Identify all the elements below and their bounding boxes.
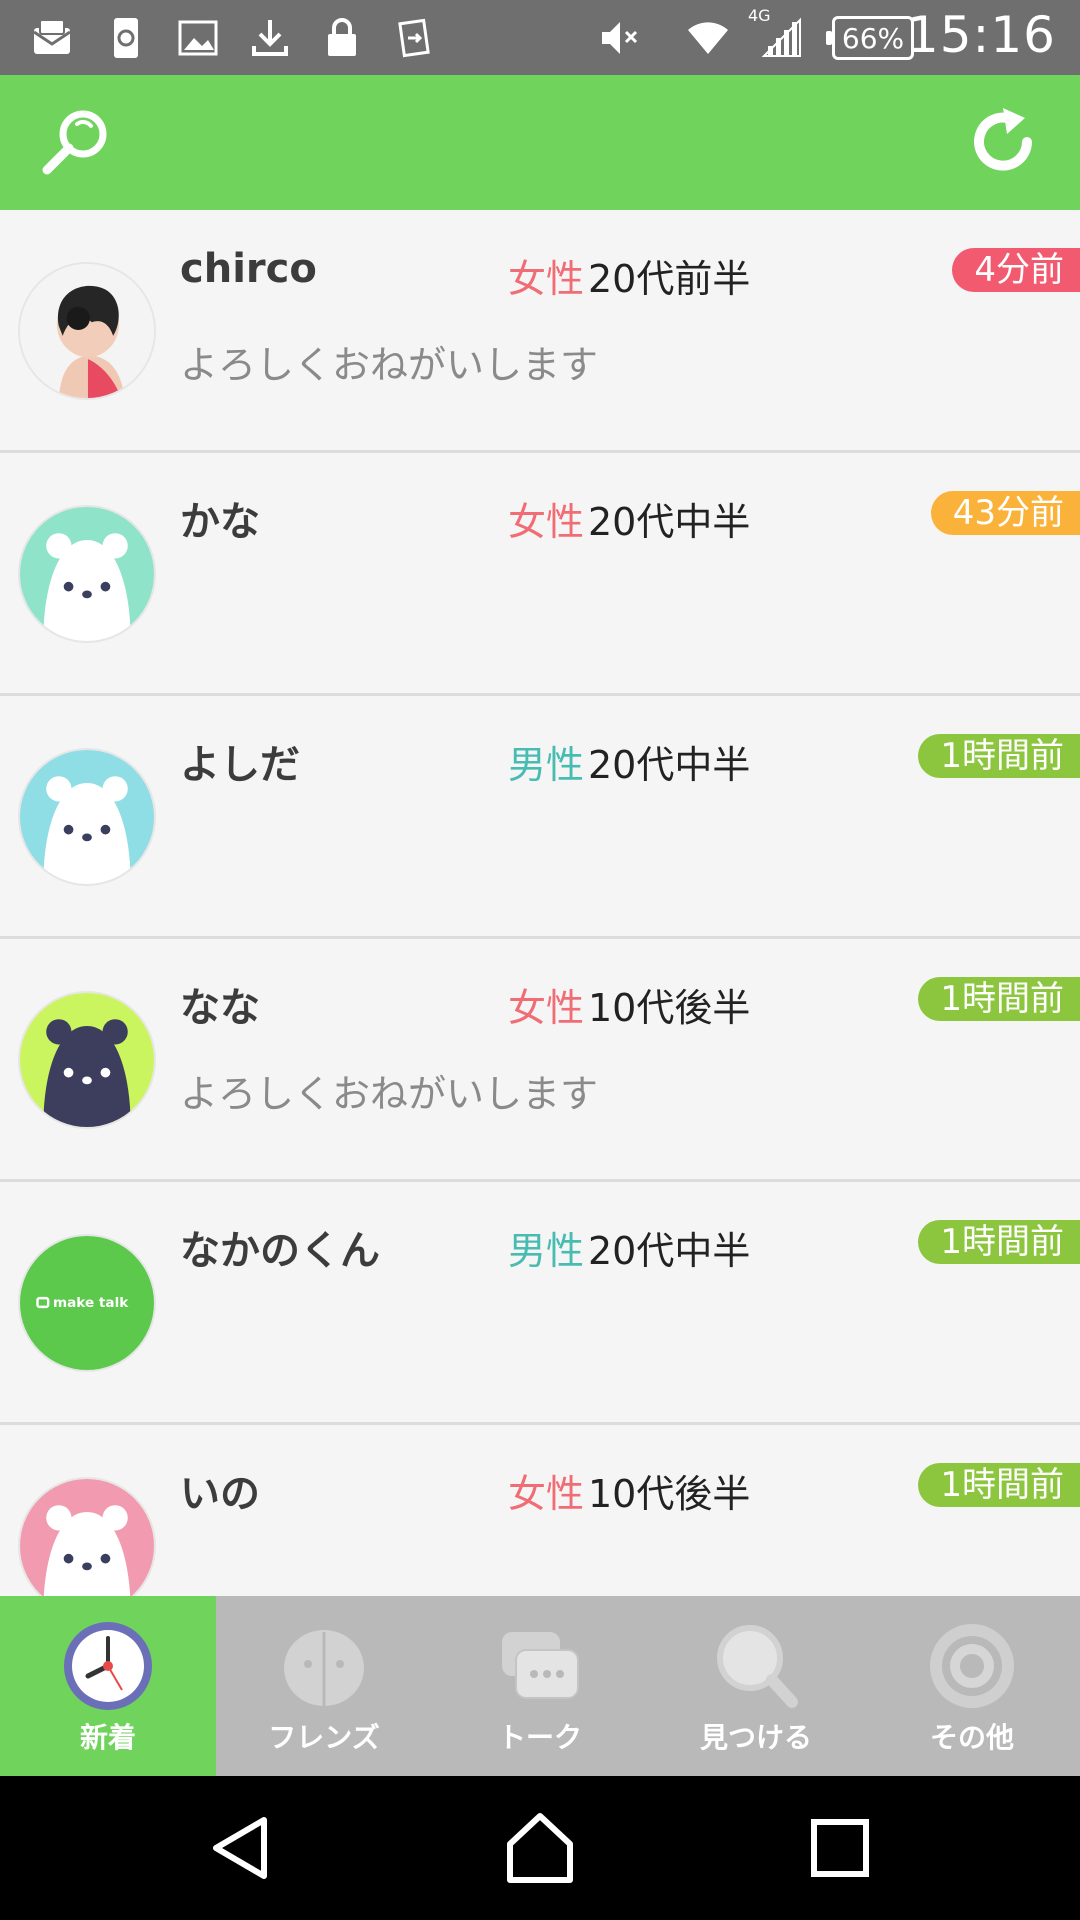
transfer-icon (390, 14, 438, 62)
app-root: 4G 66% 15:16 chirco 女性 20代前半 4分前 よろしくおねが… (0, 0, 1080, 1920)
clock-icon (60, 1618, 156, 1714)
image-icon (174, 14, 222, 62)
clock-time: 15:16 (906, 6, 1056, 64)
user-age: 20代中半 (588, 743, 751, 787)
user-name: かな (180, 499, 260, 545)
refresh-icon (974, 108, 1032, 171)
maketalk-logo-text: make talk (53, 1295, 129, 1311)
user-name: いの (180, 1471, 260, 1517)
tab-label: その他 (929, 1721, 1014, 1754)
avatar[interactable] (18, 748, 156, 886)
time-badge: 1時間前 (918, 1220, 1080, 1264)
avatar[interactable] (18, 1477, 156, 1596)
tab-label: トーク (497, 1721, 582, 1754)
user-name: なかのくん (180, 1228, 380, 1274)
tab-new[interactable]: 新着 (0, 1596, 216, 1776)
user-list: chirco 女性 20代前半 4分前 よろしくおねがいします かな 女性 20… (0, 210, 1080, 1596)
lock-icon (318, 14, 366, 62)
user-age: 20代中半 (588, 500, 751, 544)
back-icon (213, 1817, 267, 1879)
app-header (0, 75, 1080, 210)
settings-icon (924, 1618, 1020, 1714)
tab-talk[interactable]: トーク (432, 1596, 648, 1776)
maketalk-logo: make talk (20, 1236, 154, 1370)
refresh-button[interactable] (958, 97, 1048, 187)
tab-find[interactable]: 見つける (648, 1596, 864, 1776)
time-badge: 1時間前 (918, 1463, 1080, 1507)
user-message: よろしくおねがいします (180, 1072, 599, 1116)
user-gender: 女性 (508, 1472, 585, 1516)
avatar[interactable] (18, 262, 156, 400)
system-nav-bar (0, 1776, 1080, 1920)
user-name: なな (180, 985, 260, 1031)
avatar[interactable] (18, 505, 156, 643)
bear-icon (20, 993, 154, 1127)
status-bar: 4G 66% 15:16 (0, 0, 1080, 75)
user-age: 10代後半 (588, 986, 751, 1030)
battery-icon: 66% (826, 16, 914, 60)
user-gender: 女性 (508, 500, 585, 544)
user-age: 10代後半 (588, 1472, 751, 1516)
home-icon (507, 1813, 573, 1883)
user-row[interactable]: いの 女性 10代後半 1時間前 (0, 1425, 1080, 1596)
bear-icon (20, 750, 154, 884)
wifi-icon (684, 14, 732, 62)
tab-friends[interactable]: フレンズ (216, 1596, 432, 1776)
battery-level: 66% (841, 21, 905, 55)
mail-icon (28, 14, 76, 62)
mute-icon (596, 14, 644, 62)
user-gender: 男性 (508, 1229, 585, 1273)
tab-label: 新着 (79, 1721, 136, 1754)
user-age: 20代前半 (588, 257, 751, 301)
user-name: chirco (180, 246, 317, 292)
tab-other[interactable]: その他 (864, 1596, 1080, 1776)
find-icon (708, 1618, 804, 1714)
avatar[interactable]: make talk (18, 1234, 156, 1372)
user-message: よろしくおねがいします (180, 343, 599, 387)
recents-icon (811, 1819, 869, 1877)
signal-icon (758, 14, 806, 62)
sync-icon (102, 14, 150, 62)
user-age: 20代中半 (588, 1229, 751, 1273)
user-gender: 女性 (508, 257, 585, 301)
download-icon (246, 14, 294, 62)
user-row[interactable]: かな 女性 20代中半 43分前 (0, 453, 1080, 696)
bottom-tab-bar: 新着 フレンズ トーク 見つける その他 (0, 1596, 1080, 1776)
talk-icon (492, 1618, 588, 1714)
tab-label: フレンズ (268, 1721, 380, 1754)
time-badge: 43分前 (930, 491, 1080, 535)
user-gender: 女性 (508, 986, 585, 1030)
avatar[interactable] (18, 991, 156, 1129)
back-button[interactable] (202, 1808, 282, 1888)
search-button[interactable] (32, 97, 122, 187)
recents-button[interactable] (800, 1808, 880, 1888)
time-badge: 4分前 (952, 248, 1080, 292)
user-row[interactable]: chirco 女性 20代前半 4分前 よろしくおねがいします (0, 210, 1080, 453)
user-gender: 男性 (508, 743, 585, 787)
user-row[interactable]: よしだ 男性 20代中半 1時間前 (0, 696, 1080, 939)
search-icon (42, 110, 107, 175)
user-row[interactable]: make talk なかのくん 男性 20代中半 1時間前 (0, 1182, 1080, 1425)
time-badge: 1時間前 (918, 977, 1080, 1021)
tab-label: 見つける (699, 1721, 812, 1754)
bear-icon (20, 507, 154, 641)
bear-icon (20, 1479, 154, 1596)
user-name: よしだ (180, 742, 300, 788)
user-row[interactable]: なな 女性 10代後半 1時間前 よろしくおねがいします (0, 939, 1080, 1182)
friends-icon (276, 1618, 372, 1714)
home-button[interactable] (500, 1808, 580, 1888)
time-badge: 1時間前 (918, 734, 1080, 778)
